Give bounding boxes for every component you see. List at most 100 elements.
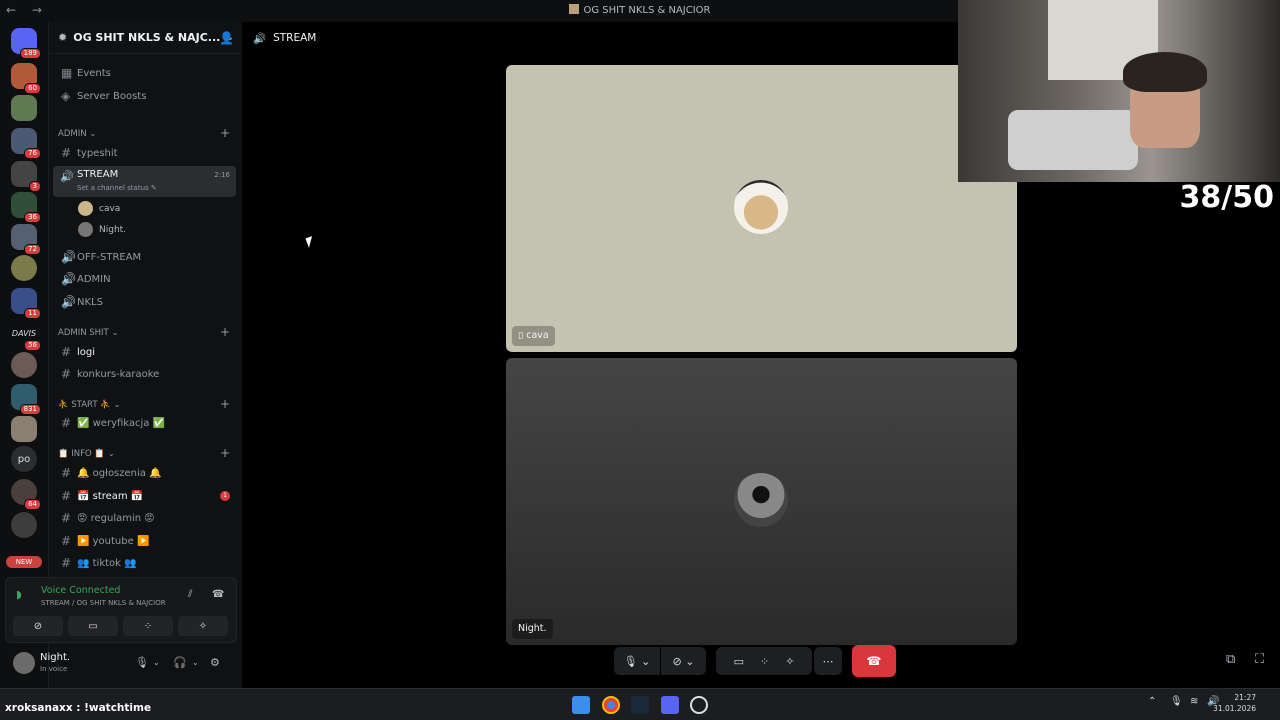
speaker-icon: 🔊: [253, 32, 267, 45]
add-channel-icon[interactable]: +: [220, 397, 230, 411]
user-status: In voice: [40, 665, 68, 673]
server-icon[interactable]: 36: [11, 192, 41, 223]
stream-counter: 38/50: [1179, 180, 1274, 215]
server-icon[interactable]: 3: [11, 161, 41, 192]
voice-user[interactable]: cava: [78, 201, 120, 216]
channel-stream-active[interactable]: 🔊 STREAM Set a channel status ✎ 2:16: [53, 166, 236, 197]
server-icon[interactable]: [11, 95, 37, 121]
add-channel-icon[interactable]: +: [220, 446, 230, 460]
chat-overlay: xroksanaxx : !watchtime: [5, 702, 152, 714]
tray-chevron-icon[interactable]: ⌃: [1148, 696, 1156, 707]
channel-status[interactable]: Set a channel status ✎: [77, 184, 157, 192]
channel-typeshit[interactable]: # typeshit: [53, 143, 236, 163]
channel-regulamin[interactable]: # 😡 regulamin 😡: [53, 508, 236, 528]
participant-tile[interactable]: ▯ cava: [506, 65, 1017, 352]
server-icon[interactable]: 831: [11, 384, 41, 415]
disconnect-button[interactable]: ☎: [852, 645, 896, 677]
microphone-icon[interactable]: 🎙: [135, 656, 149, 669]
username[interactable]: Night.: [40, 652, 70, 663]
server-icon[interactable]: 11: [11, 288, 41, 319]
participant-tile[interactable]: Night.: [506, 358, 1017, 645]
channel-admin[interactable]: 🔊 ADMIN: [53, 269, 236, 289]
home-button[interactable]: 189: [11, 28, 41, 59]
channel-youtube[interactable]: # ▶️ youtube ▶️: [53, 531, 236, 551]
hangup-icon: ☎: [866, 654, 882, 668]
camera-button[interactable]: ⊘ ⌄: [661, 647, 706, 675]
server-icon[interactable]: [11, 512, 37, 538]
activities-icon[interactable]: ⁘: [760, 655, 769, 668]
camera-off-button[interactable]: ⊘: [13, 616, 63, 636]
channel-konkurs-karaoke[interactable]: # konkurs-karaoke: [53, 364, 236, 384]
server-icon[interactable]: 76: [11, 128, 41, 159]
add-member-icon[interactable]: 👤: [219, 31, 234, 45]
app-icon[interactable]: [690, 696, 708, 714]
screen-share-button[interactable]: ▭: [68, 616, 118, 636]
boost-icon: ◈: [61, 89, 71, 103]
hash-icon: #: [61, 367, 72, 381]
voice-status[interactable]: Voice Connected: [41, 585, 120, 596]
add-channel-icon[interactable]: +: [220, 325, 230, 339]
discord-icon[interactable]: [661, 696, 679, 714]
server-icon[interactable]: po: [11, 446, 37, 472]
avatar[interactable]: [13, 652, 35, 674]
signal-icon[interactable]: ◗: [16, 588, 22, 601]
category-start[interactable]: ⛹ START ⛹ ⌄ +: [58, 397, 236, 411]
avatar: [78, 222, 93, 237]
server-icon[interactable]: [11, 352, 37, 378]
server-header[interactable]: ✹ OG SHIT NKLS & NAJC... ⌄ 👤: [48, 22, 242, 54]
server-icon: [569, 4, 580, 14]
chrome-icon[interactable]: [602, 696, 620, 714]
voice-user[interactable]: Night.: [78, 222, 126, 237]
activities-button[interactable]: ⁘: [123, 616, 173, 636]
channel-off-stream[interactable]: 🔊 OFF-STREAM: [53, 247, 236, 267]
avatar: [734, 180, 788, 234]
noise-suppression-icon[interactable]: ⫽: [188, 589, 192, 600]
steam-icon[interactable]: [631, 696, 649, 714]
add-channel-icon[interactable]: +: [220, 126, 230, 140]
server-gear-icon: ✹: [58, 31, 68, 44]
server-icon[interactable]: 60: [11, 63, 41, 94]
fullscreen-icon[interactable]: ⛶: [1255, 652, 1264, 667]
chevron-down-icon[interactable]: ⌄: [153, 658, 160, 667]
screen-share-icon[interactable]: ▭: [734, 655, 744, 668]
new-pill[interactable]: NEW: [6, 556, 42, 568]
microphone-icon[interactable]: 🎙: [1170, 696, 1183, 707]
channel-stream-text[interactable]: # 📅 stream 📅: [53, 486, 236, 506]
soundboard-icon: ✧: [198, 620, 208, 632]
category-admin[interactable]: ADMIN ⌄ +: [58, 126, 236, 140]
channel-nkls[interactable]: 🔊 NKLS: [53, 292, 236, 312]
headphones-icon[interactable]: 🎧: [173, 656, 187, 669]
clock[interactable]: 21:27 31.01.2026: [1213, 692, 1256, 714]
server-icon[interactable]: [11, 255, 37, 281]
start-icon[interactable]: [572, 696, 590, 714]
more-options-button[interactable]: ⋯: [814, 647, 842, 675]
channel-logi[interactable]: # logi: [53, 342, 236, 362]
channel-name: STREAM: [77, 169, 119, 180]
chevron-down-icon[interactable]: ⌄: [192, 658, 199, 667]
category-admin-shit[interactable]: ADMIN SHIT ⌄ +: [58, 325, 236, 339]
stage-actions: ▭ ⁘ ✧: [716, 647, 812, 675]
disconnect-icon[interactable]: ☎: [212, 589, 224, 600]
category-info[interactable]: 📋 INFO 📋 ⌄ +: [58, 446, 236, 460]
webcam-overlay: [958, 0, 1280, 182]
hash-icon: #: [61, 345, 72, 359]
hash-icon: #: [61, 534, 72, 548]
channel-tiktok[interactable]: # 👥 tiktok 👥: [53, 553, 236, 573]
phone-icon: ▯: [518, 330, 527, 341]
channel-ogloszenia[interactable]: # 🔔 ogłoszenia 🔔: [53, 463, 236, 483]
channel-weryfikacja[interactable]: # ✅ weryfikacja ✅: [53, 413, 236, 433]
mute-button[interactable]: 🎙 ⌄: [614, 647, 660, 675]
webcam-background: [1008, 110, 1138, 170]
events-item[interactable]: ▦ Events: [53, 63, 236, 83]
soundboard-icon[interactable]: ✧: [785, 655, 794, 668]
soundboard-button[interactable]: ✧: [178, 616, 228, 636]
server-icon[interactable]: 72: [11, 224, 41, 255]
wifi-icon[interactable]: ≋: [1190, 696, 1198, 707]
server-icon[interactable]: DAVIS 56: [11, 320, 41, 351]
server-icon[interactable]: 64: [11, 479, 41, 510]
settings-gear-icon[interactable]: ⚙: [210, 656, 220, 669]
camera-off-icon: ⊘: [33, 620, 43, 632]
server-boosts-item[interactable]: ◈ Server Boosts: [53, 86, 236, 106]
server-icon[interactable]: [11, 416, 37, 442]
popout-icon[interactable]: ⧉: [1226, 652, 1235, 667]
